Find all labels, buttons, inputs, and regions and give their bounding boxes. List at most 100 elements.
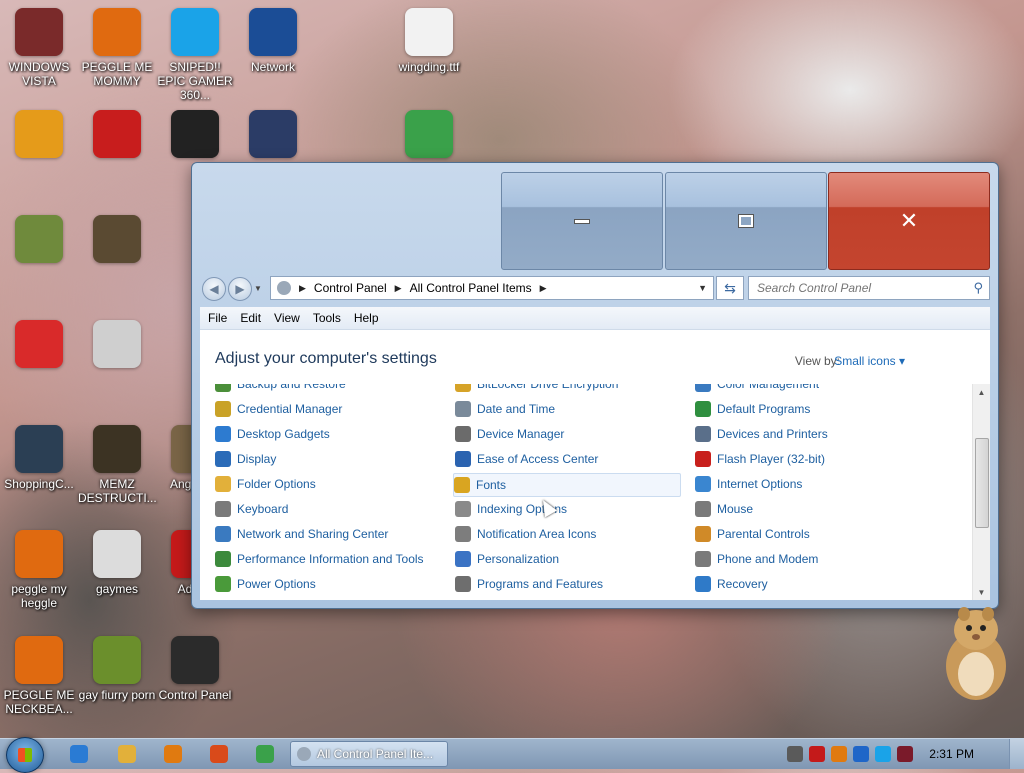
desktop-icon[interactable] bbox=[234, 110, 312, 162]
desktop-icon[interactable] bbox=[390, 110, 468, 162]
search-box[interactable]: ⚲ bbox=[748, 276, 990, 300]
desktop-icon[interactable]: PEGGLE ME NECKBEA... bbox=[0, 636, 78, 716]
control-panel-item[interactable]: Device Manager bbox=[455, 423, 564, 445]
control-panel-item[interactable]: Date and Time bbox=[455, 398, 555, 420]
display-icon bbox=[215, 451, 231, 467]
address-bar[interactable]: ▶ Control Panel ▶ All Control Panel Item… bbox=[270, 276, 714, 300]
tray-display-icon[interactable] bbox=[875, 746, 892, 762]
desktop-icon[interactable]: ShoppingC... bbox=[0, 425, 78, 491]
tray-media-icon[interactable] bbox=[897, 746, 914, 762]
menu-file[interactable]: File bbox=[208, 311, 227, 325]
control-panel-item[interactable]: Ease of Access Center bbox=[455, 448, 598, 470]
control-panel-item[interactable]: Flash Player (32-bit) bbox=[695, 448, 825, 470]
recent-pages-dropdown[interactable]: ▼ bbox=[254, 284, 262, 293]
desktop-icon[interactable]: gaymes bbox=[78, 530, 156, 596]
menu-edit[interactable]: Edit bbox=[240, 311, 261, 325]
refresh-button[interactable]: ⇆ bbox=[716, 276, 744, 300]
desktop-icon[interactable] bbox=[78, 320, 156, 372]
desktop-icon[interactable]: SNIPED!! EPIC GAMER 360... bbox=[156, 8, 234, 102]
control-panel-item[interactable]: Display bbox=[215, 448, 276, 470]
view-by-dropdown[interactable]: Small icons ▾ bbox=[834, 354, 905, 368]
control-panel-item[interactable]: Default Programs bbox=[695, 398, 810, 420]
control-panel-item[interactable]: Fonts bbox=[453, 473, 681, 497]
desktop-icon[interactable] bbox=[78, 110, 156, 162]
taskbar-pinned-app[interactable] bbox=[66, 743, 92, 765]
control-panel-item[interactable]: Folder Options bbox=[215, 473, 316, 495]
taskbar-pinned-app[interactable] bbox=[206, 743, 232, 765]
desktop-icon[interactable]: peggle my heggle bbox=[0, 530, 78, 610]
desktop-icon[interactable]: gay fiurry porn bbox=[78, 636, 156, 702]
breadcrumb-control-panel[interactable]: Control Panel bbox=[314, 281, 387, 295]
breadcrumb-separator-icon[interactable]: ▶ bbox=[540, 283, 547, 294]
control-panel-item-label: Internet Options bbox=[717, 477, 803, 491]
control-panel-item[interactable]: Parental Controls bbox=[695, 523, 810, 545]
show-desktop-button[interactable] bbox=[1009, 739, 1024, 769]
menu-tools[interactable]: Tools bbox=[313, 311, 341, 325]
desktop-icon[interactable]: wingding.ttf bbox=[390, 8, 468, 74]
taskbar: All Control Panel Ite... 2:31 PM bbox=[0, 737, 1024, 773]
desktop-icon[interactable] bbox=[0, 110, 78, 162]
search-input[interactable] bbox=[755, 280, 959, 296]
control-panel-item[interactable]: Programs and Features bbox=[455, 573, 603, 595]
control-panel-item[interactable]: Network and Sharing Center bbox=[215, 523, 388, 545]
control-panel-item-label: Power Options bbox=[237, 577, 316, 591]
taskbar-pinned-app[interactable] bbox=[114, 743, 140, 765]
minimize-button[interactable] bbox=[501, 172, 663, 270]
color-mgmt-icon bbox=[695, 384, 711, 392]
desktop-icon[interactable]: WINDOWS VISTA bbox=[0, 8, 78, 88]
forward-button[interactable]: ▶ bbox=[228, 277, 252, 301]
maximize-button[interactable] bbox=[665, 172, 827, 270]
close-button[interactable]: ✕ bbox=[828, 172, 990, 270]
control-panel-item-label: Color Management bbox=[717, 384, 820, 391]
desktop-app-icon bbox=[93, 320, 141, 368]
control-panel-item[interactable]: Power Options bbox=[215, 573, 316, 595]
control-panel-item-label: Display bbox=[237, 452, 277, 466]
menu-help[interactable]: Help bbox=[354, 311, 379, 325]
scroll-up-icon[interactable]: ▲ bbox=[973, 384, 990, 400]
scroll-down-icon[interactable]: ▼ bbox=[973, 584, 990, 600]
control-panel-item[interactable]: Mouse bbox=[695, 498, 753, 520]
control-panel-item[interactable]: Backup and Restore bbox=[215, 384, 346, 395]
desktop-icon[interactable] bbox=[0, 215, 78, 267]
tray-app-icon[interactable] bbox=[787, 746, 804, 762]
control-panel-item[interactable]: Desktop Gadgets bbox=[215, 423, 330, 445]
taskbar-pinned-app[interactable] bbox=[160, 743, 186, 765]
breadcrumb-separator-icon[interactable]: ▶ bbox=[299, 283, 306, 294]
control-panel-item[interactable]: Recovery bbox=[695, 573, 768, 595]
control-panel-item[interactable]: Internet Options bbox=[695, 473, 802, 495]
back-button[interactable]: ◀ bbox=[202, 277, 226, 301]
control-panel-item[interactable]: Personalization bbox=[455, 548, 559, 570]
breadcrumb-all-items[interactable]: All Control Panel Items bbox=[410, 281, 532, 295]
tray-notes-icon[interactable] bbox=[853, 746, 870, 762]
control-panel-item[interactable]: BitLocker Drive Encryption bbox=[455, 384, 618, 395]
desktop-icon[interactable]: PEGGLE ME MOMMY bbox=[78, 8, 156, 88]
tray-search-icon[interactable] bbox=[831, 746, 848, 762]
taskbar-pinned-app[interactable] bbox=[252, 743, 278, 765]
desktop-icon[interactable]: Control Panel bbox=[156, 636, 234, 702]
control-panel-item[interactable]: Color Management bbox=[695, 384, 819, 395]
desktop-icon[interactable]: MEMZ DESTRUCTI... bbox=[78, 425, 157, 505]
control-panel-item[interactable]: Keyboard bbox=[215, 498, 288, 520]
clock[interactable]: 2:31 PM bbox=[929, 747, 974, 761]
vertical-scrollbar[interactable]: ▲ ▼ bbox=[972, 384, 990, 600]
desktop-icon[interactable] bbox=[0, 320, 78, 372]
search-icon[interactable]: ⚲ bbox=[973, 280, 983, 296]
control-panel-item[interactable]: Notification Area Icons bbox=[455, 523, 596, 545]
parental-icon bbox=[695, 526, 711, 542]
control-panel-item-label: Performance Information and Tools bbox=[237, 552, 424, 566]
control-panel-item[interactable]: Performance Information and Tools bbox=[215, 548, 424, 570]
taskbar-control-panel-task[interactable]: All Control Panel Ite... bbox=[290, 741, 448, 767]
scroll-thumb[interactable] bbox=[975, 438, 989, 528]
control-panel-item-label: Mouse bbox=[717, 502, 754, 516]
desktop-app-icon bbox=[405, 110, 453, 158]
control-panel-item[interactable]: Devices and Printers bbox=[695, 423, 828, 445]
menu-view[interactable]: View bbox=[274, 311, 300, 325]
desktop-icon[interactable]: Network bbox=[234, 8, 312, 74]
desktop-icon[interactable] bbox=[78, 215, 156, 267]
address-dropdown-icon[interactable]: ▼ bbox=[698, 283, 707, 293]
tray-antivirus-icon[interactable] bbox=[809, 746, 826, 762]
desktop-icon[interactable] bbox=[156, 110, 234, 162]
control-panel-item[interactable]: Phone and Modem bbox=[695, 548, 818, 570]
control-panel-item[interactable]: Credential Manager bbox=[215, 398, 342, 420]
breadcrumb-separator-icon[interactable]: ▶ bbox=[395, 283, 402, 294]
